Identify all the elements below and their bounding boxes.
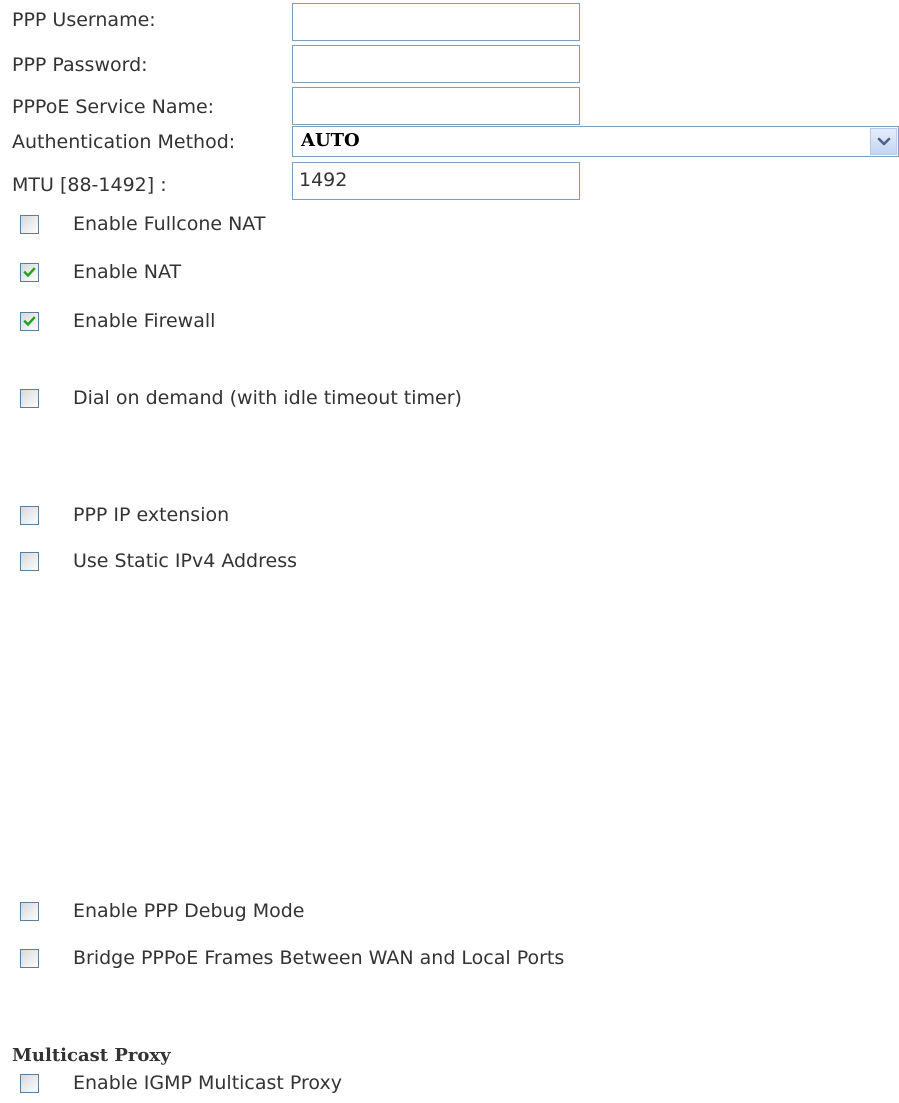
enable-firewall-checkbox[interactable] bbox=[20, 312, 39, 331]
enable-nat-label: Enable NAT bbox=[73, 261, 182, 283]
ppp-username-input[interactable] bbox=[292, 3, 580, 41]
authentication-method-value: AUTO bbox=[301, 130, 360, 151]
ppp-password-input[interactable] bbox=[292, 45, 580, 83]
chevron-down-icon[interactable] bbox=[870, 128, 897, 155]
ppp-ip-extension-label: PPP IP extension bbox=[73, 504, 230, 526]
enable-firewall-label: Enable Firewall bbox=[73, 310, 216, 332]
enable-igmp-multicast-proxy-label: Enable IGMP Multicast Proxy bbox=[73, 1072, 342, 1094]
enable-igmp-multicast-proxy-checkbox[interactable] bbox=[20, 1074, 39, 1093]
enable-ppp-debug-mode-label: Enable PPP Debug Mode bbox=[73, 900, 305, 922]
pppoe-service-name-input[interactable] bbox=[292, 87, 580, 125]
ppp-username-label: PPP Username: bbox=[12, 9, 156, 31]
use-static-ipv4-address-label: Use Static IPv4 Address bbox=[73, 550, 298, 572]
enable-fullcone-nat-checkbox[interactable] bbox=[20, 215, 39, 234]
bridge-pppoe-frames-between-wan-and-local-ports-checkbox[interactable] bbox=[20, 949, 39, 968]
use-static-ipv4-address-checkbox[interactable] bbox=[20, 552, 39, 571]
enable-fullcone-nat-label: Enable Fullcone NAT bbox=[73, 213, 266, 235]
multicast-proxy-heading: Multicast Proxy bbox=[12, 1045, 171, 1066]
mtu-label: MTU [88-1492] : bbox=[12, 174, 167, 196]
mtu-input[interactable]: 1492 bbox=[292, 162, 580, 200]
authentication-method-label: Authentication Method: bbox=[12, 131, 236, 153]
enable-nat-checkbox[interactable] bbox=[20, 263, 39, 282]
ppp-password-label: PPP Password: bbox=[12, 54, 148, 76]
ppp-ip-extension-checkbox[interactable] bbox=[20, 506, 39, 525]
authentication-method-select[interactable]: AUTO bbox=[292, 126, 899, 157]
pppoe-service-name-label: PPPoE Service Name: bbox=[12, 96, 215, 118]
bridge-pppoe-frames-between-wan-and-local-ports-label: Bridge PPPoE Frames Between WAN and Loca… bbox=[73, 947, 565, 969]
dial-on-demand-with-idle-timeout-timer-checkbox[interactable] bbox=[20, 389, 39, 408]
dial-on-demand-with-idle-timeout-timer-label: Dial on demand (with idle timeout timer) bbox=[73, 387, 462, 409]
enable-ppp-debug-mode-checkbox[interactable] bbox=[20, 902, 39, 921]
